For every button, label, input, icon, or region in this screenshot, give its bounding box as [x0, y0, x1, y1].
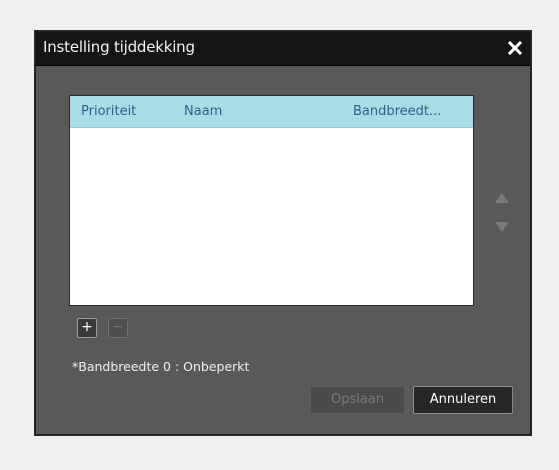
cancel-button[interactable]: Annuleren: [413, 386, 513, 414]
column-header-priority[interactable]: Prioriteit: [81, 104, 136, 119]
column-header-name[interactable]: Naam: [184, 104, 222, 119]
close-icon[interactable]: [506, 39, 524, 57]
bandwidth-note: *Bandbreedte 0 : Onbeperkt: [72, 359, 250, 374]
add-button[interactable]: +: [77, 318, 97, 338]
schedule-settings-dialog: Instelling tijddekking Prioriteit Naam B…: [35, 31, 531, 435]
move-down-icon[interactable]: [495, 217, 509, 232]
move-up-icon[interactable]: [495, 188, 509, 203]
save-button[interactable]: Opslaan: [310, 386, 405, 414]
dialog-titlebar: Instelling tijddekking: [36, 32, 530, 66]
priority-list[interactable]: Prioriteit Naam Bandbreedt...: [69, 95, 474, 306]
list-header: Prioriteit Naam Bandbreedt...: [70, 96, 473, 128]
column-header-bandwidth[interactable]: Bandbreedt...: [353, 104, 441, 119]
dialog-title: Instelling tijddekking: [43, 38, 195, 56]
remove-button[interactable]: −: [108, 318, 128, 338]
